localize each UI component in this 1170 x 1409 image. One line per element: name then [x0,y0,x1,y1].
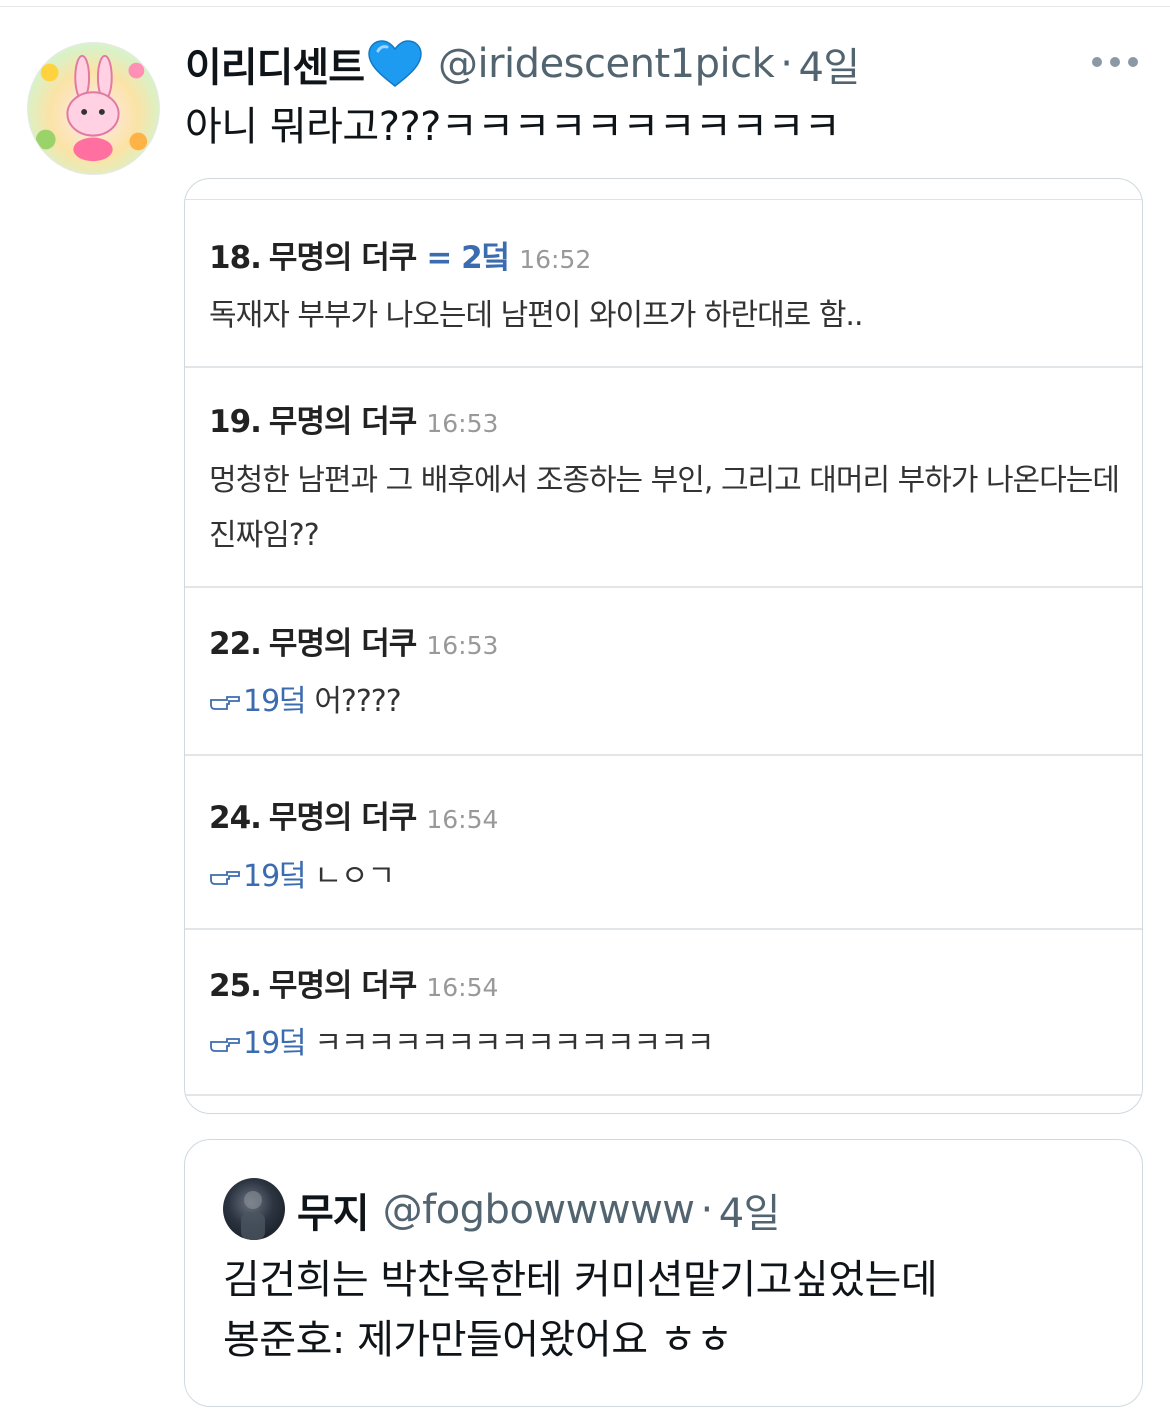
post-body: 멍청한 남편과 그 배후에서 조종하는 부인, 그리고 대머리 부하가 나온다는… [209,463,1120,553]
bunny-head [66,91,120,137]
reply-link[interactable]: 19덬 [243,1026,307,1061]
quoted-author-handle[interactable]: @fogbowwwww [383,1187,695,1233]
post-header: 25. 무명의 더쿠 16:54 [209,960,498,1005]
post-body-text: ㅋㅋㅋㅋㅋㅋㅋㅋㅋㅋㅋㅋㅋㅋㅋ [314,1026,714,1061]
avatar-flower-pink [128,62,145,79]
quoted-text-line: 봉준호: 제가만들어왔어요 ㅎㅎ [223,1317,733,1363]
post-author: 무명의 더쿠 [268,800,417,836]
tweet-media-image[interactable]: 18. 무명의 더쿠 = 2덬 16:52 독재자 부부가 나오는데 남편이 와… [184,178,1143,1114]
post-time: 16:53 [426,631,499,660]
post-header: 24. 무명의 더쿠 16:54 [209,792,498,837]
post-header: 22. 무명의 더쿠 16:53 [209,618,498,663]
post-number: 18. [209,240,262,276]
post-body: 독재자 부부가 나오는데 남편이 와이프가 하란대로 함.. [209,298,863,333]
pointing-hand-icon [210,870,240,885]
post-time: 16:52 [519,245,592,274]
post-number: 25. [209,968,262,1004]
post-body-text: 어???? [314,684,401,719]
forum-post: 18. 무명의 더쿠 = 2덬 16:52 독재자 부부가 나오는데 남편이 와… [185,200,1142,368]
post-number: 19. [209,404,262,440]
bunny-eye-right [98,108,105,115]
forum-post: 25. 무명의 더쿠 16:54 19덬 ㅋㅋㅋㅋㅋㅋㅋㅋㅋㅋㅋㅋㅋㅋㅋ [185,930,1142,1096]
bunny-eye-left [81,108,88,115]
post-time: 16:53 [426,409,499,438]
pointing-hand-icon [210,695,240,710]
reply-link[interactable]: 19덬 [243,684,307,719]
quoted-header-separator: · [700,1187,714,1233]
avatar-leaf [35,129,56,150]
post-header: 19. 무명의 더쿠 16:53 [209,396,498,441]
avatar-flower-yellow [40,63,59,82]
avatar-carrot [129,132,148,151]
post-author: 무명의 더쿠 [268,240,417,276]
quoted-tweet-timestamp[interactable]: 4일 [719,1181,781,1239]
post-tag: = 2덬 [426,240,510,276]
post-number: 22. [209,626,262,662]
more-dots-icon[interactable] [1092,55,1138,69]
quoted-author-display-name[interactable]: 무지 [297,1181,370,1239]
pointing-hand-icon [210,1037,240,1052]
dark-photo-avatar [241,1191,265,1240]
post-body: 19덬 ㅋㅋㅋㅋㅋㅋㅋㅋㅋㅋㅋㅋㅋㅋㅋ [209,1016,714,1071]
forum-post: 24. 무명의 더쿠 16:54 19덬 ㄴㅇㄱ [185,756,1142,930]
header-separator: · [780,41,793,87]
quoted-text-line: 김건희는 박찬욱한테 커미션맡기고싶었는데 [223,1257,938,1303]
post-author: 무명의 더쿠 [268,968,417,1004]
quoted-author-avatar[interactable] [223,1178,285,1240]
post-body: 19덬 어???? [209,674,402,729]
quoted-tweet[interactable]: 무지 @fogbowwwww · 4일 김건희는 박찬욱한테 커미션맡기고싶었는… [184,1139,1143,1407]
blue-heart-icon [368,40,422,87]
post-body: 19덬 ㄴㅇㄱ [209,849,395,904]
author-display-name[interactable]: 이리디센트 [185,35,365,93]
quoted-tweet-header: 무지 @fogbowwwww · 4일 [297,1180,780,1240]
author-avatar[interactable] [27,42,160,175]
top-divider [0,6,1170,7]
forum-post: 22. 무명의 더쿠 16:53 19덬 어???? [185,588,1142,756]
post-author: 무명의 더쿠 [268,626,417,662]
tweet-header: 이리디센트 @iridescent1pick · 4일 [185,36,860,92]
forum-post: 19. 무명의 더쿠 16:53 멍청한 남편과 그 배후에서 조종하는 부인,… [185,368,1142,588]
author-handle[interactable]: @iridescent1pick [438,41,775,87]
post-header: 18. 무명의 더쿠 = 2덬 16:52 [209,232,591,277]
post-time: 16:54 [426,805,499,834]
reply-link[interactable]: 19덬 [243,859,307,894]
bunny-avatar-illustration [35,54,148,162]
post-number: 24. [209,800,262,836]
post-body-text: ㄴㅇㄱ [314,859,395,894]
forum-screenshot: 18. 무명의 더쿠 = 2덬 16:52 독재자 부부가 나오는데 남편이 와… [185,199,1142,1099]
tweet-text: 아니 뭐라고???ㅋㅋㅋㅋㅋㅋㅋㅋㅋㅋㅋ [185,104,841,150]
post-author: 무명의 더쿠 [268,404,417,440]
quoted-tweet-text: 김건희는 박찬욱한테 커미션맡기고싶었는데 봉준호: 제가만들어왔어요 ㅎㅎ [223,1250,938,1370]
tweet-timestamp[interactable]: 4일 [798,35,860,93]
post-time: 16:54 [426,973,499,1002]
bunny-body [73,137,113,162]
